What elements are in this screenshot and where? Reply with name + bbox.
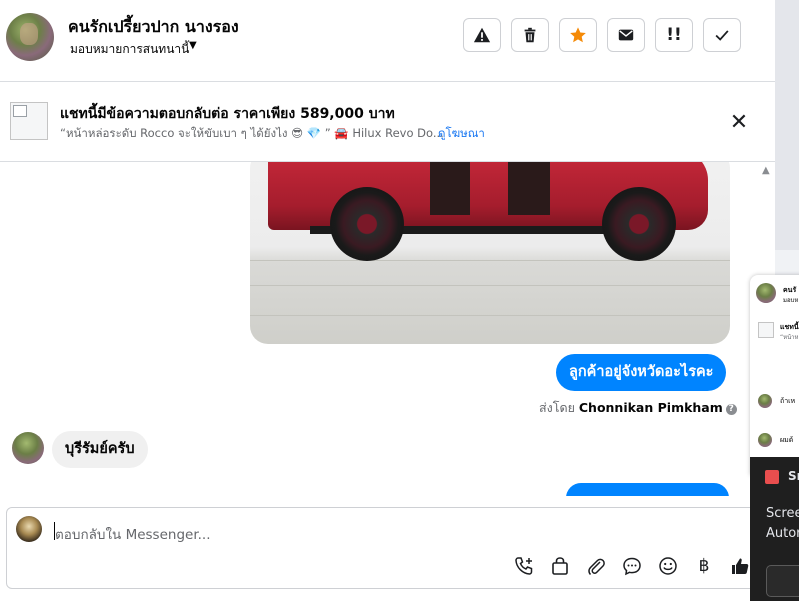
shopping-bag-icon[interactable] [549, 555, 571, 577]
popup-row-2: ผมด้ [780, 436, 794, 444]
popup-avatar-3 [758, 433, 772, 447]
envelope-icon [618, 29, 634, 41]
exclamation-double-icon: !! [666, 25, 682, 45]
alert-triangle-icon [473, 27, 491, 43]
close-icon[interactable]: ✕ [726, 110, 752, 136]
check-icon [715, 30, 729, 41]
side-chat-popup[interactable]: คนรั มอบห แชทนี้ “หน้าห ถ้าเห ผมด้ [750, 275, 799, 475]
trash-icon [524, 27, 536, 43]
scroll-up-arrow-icon[interactable]: ▲ [762, 165, 770, 176]
customer-avatar[interactable] [12, 432, 44, 464]
star-icon [570, 27, 586, 43]
assign-conversation-link[interactable]: มอบหมายการสนทนานี้ [70, 40, 189, 59]
popup-sub: มอบห [783, 297, 799, 304]
call-add-icon[interactable] [513, 555, 535, 577]
page-avatar [16, 516, 42, 542]
toast-line-2: Autor [766, 526, 799, 541]
star-button[interactable] [559, 18, 597, 52]
ad-banner-subtitle: “หน้าหล่อระดับ Rocco จะให้ขับเบา ๆ ได้ยั… [60, 126, 444, 140]
paperclip-icon[interactable] [585, 555, 607, 577]
outgoing-message[interactable]: ลูกค้าอยู่จังหวัดอะไรคะ [556, 354, 727, 391]
mark-done-button[interactable] [703, 18, 741, 52]
sent-by-prefix: ส่งโดย [539, 400, 575, 415]
popup-avatar [756, 283, 776, 303]
ad-banner-title: แชทนี้มีข้อความตอบกลับต่อ ราคาเพียง 589,… [60, 106, 395, 122]
popup-avatar-2 [758, 394, 772, 408]
view-ad-link[interactable]: ดูโฆษณา [438, 125, 485, 143]
reply-input[interactable]: ตอบกลับใน Messenger... [55, 523, 211, 545]
popup-ad-sub: “หน้าห [780, 334, 799, 341]
delete-button[interactable] [511, 18, 549, 52]
report-spam-button[interactable] [463, 18, 501, 52]
question-icon[interactable]: ? [725, 404, 737, 415]
screenshot-toast[interactable]: Sn Scree Autor [750, 457, 799, 601]
toast-button[interactable] [766, 565, 799, 597]
car-photo-attachment[interactable] [250, 162, 730, 344]
popup-row-1: ถ้าเห [780, 397, 796, 405]
scrollbar-thumb[interactable] [775, 0, 799, 250]
conversation-header: คนรักเปรี้ยวปาก นางรอง มอบหมายการสนทนานี… [0, 0, 775, 82]
baht-payment-icon[interactable]: ฿ [693, 555, 715, 577]
incoming-message[interactable]: บุรีรัมย์ครับ [52, 431, 148, 468]
toast-line-1: Scree [766, 506, 799, 521]
ad-thumbnail[interactable] [10, 102, 48, 140]
chevron-down-icon[interactable]: ▼ [189, 40, 197, 51]
ad-reply-banner: แชทนี้มีข้อความตอบกลับต่อ ราคาเพียง 589,… [0, 82, 775, 162]
messenger-conversation: คนรักเปรี้ยวปาก นางรอง มอบหมายการสนทนานี… [0, 0, 776, 601]
contact-avatar[interactable] [6, 13, 54, 61]
emoji-icon[interactable] [657, 555, 679, 577]
thumbs-up-icon[interactable] [729, 555, 751, 577]
toast-title: Sn [788, 469, 799, 483]
saved-reply-icon[interactable] [621, 555, 643, 577]
sent-by-label: ส่งโดย Chonnikan Pimkham? [539, 398, 737, 418]
message-list[interactable]: ลูกค้าอยู่จังหวัดอะไรคะ ส่งโดย Chonnikan… [0, 162, 760, 496]
sender-name: Chonnikan Pimkham [578, 400, 723, 415]
follow-up-button[interactable]: !! [655, 18, 693, 52]
app-icon [765, 470, 779, 484]
mark-unread-button[interactable] [607, 18, 645, 52]
contact-name[interactable]: คนรักเปรี้ยวปาก นางรอง [68, 15, 239, 40]
popup-ad-thumbnail [758, 322, 774, 338]
outgoing-message-partial[interactable] [566, 483, 729, 496]
